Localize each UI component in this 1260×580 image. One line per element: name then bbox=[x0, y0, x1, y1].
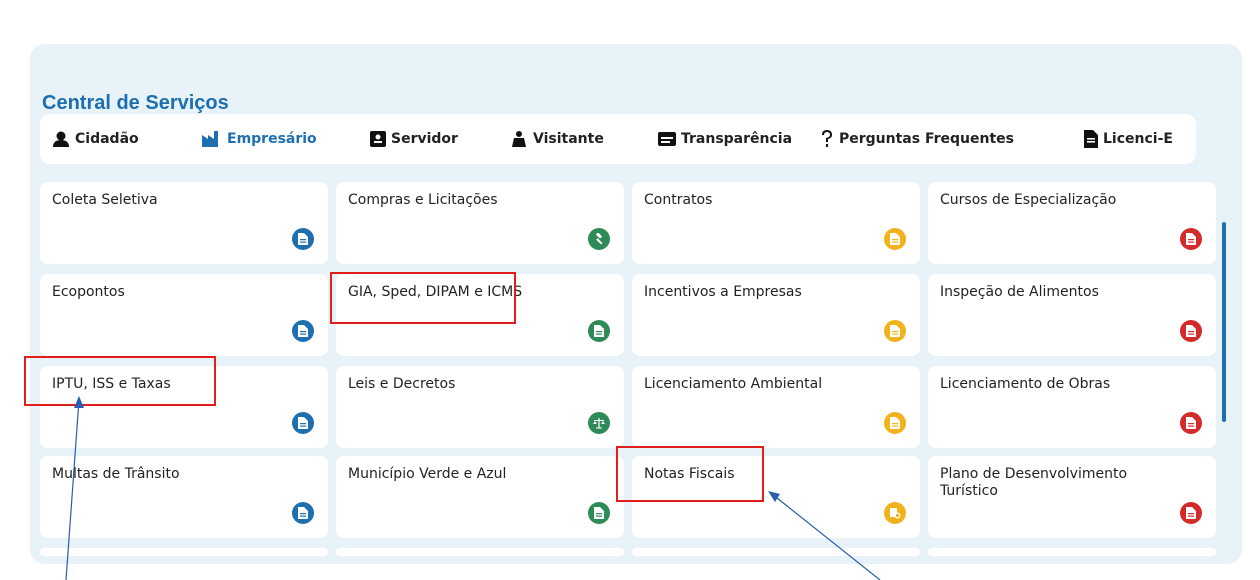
arrow-to-iptu bbox=[65, 399, 80, 580]
annotation-arrows bbox=[65, 396, 881, 580]
arrowhead-notas bbox=[768, 491, 780, 502]
arrowhead-iptu bbox=[74, 396, 84, 408]
arrow-to-notas bbox=[771, 493, 881, 580]
